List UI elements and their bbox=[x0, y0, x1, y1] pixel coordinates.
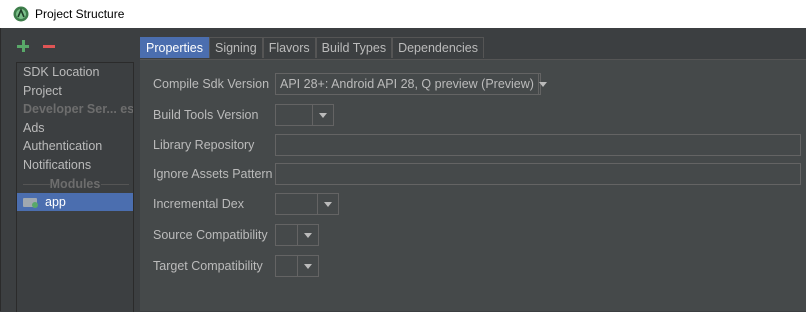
tab-properties[interactable]: Properties bbox=[140, 37, 209, 58]
module-list: SDK Location Project Developer Ser... es… bbox=[16, 62, 134, 312]
tab-dependencies[interactable]: Dependencies bbox=[392, 37, 484, 58]
compile-sdk-row: Compile Sdk Version API 28+: Android API… bbox=[153, 73, 541, 95]
tab-signing[interactable]: Signing bbox=[208, 37, 263, 58]
sidebar-item-notifications[interactable]: Notifications bbox=[17, 156, 133, 175]
incremental-dex-dropdown[interactable] bbox=[275, 193, 339, 215]
title-bar: Project Structure bbox=[0, 0, 806, 28]
chevron-down-icon bbox=[317, 194, 338, 214]
chevron-down-icon bbox=[297, 256, 318, 276]
compile-sdk-label: Compile Sdk Version bbox=[153, 77, 270, 91]
modules-section-header: Modules bbox=[17, 175, 133, 193]
sidebar-toolbar bbox=[15, 36, 57, 56]
sidebar-item-label: app bbox=[45, 194, 66, 209]
source-compat-label: Source Compatibility bbox=[153, 228, 268, 242]
build-tools-dropdown[interactable] bbox=[275, 104, 334, 126]
sidebar-item-ads[interactable]: Ads bbox=[17, 119, 133, 138]
target-compat-dropdown[interactable] bbox=[275, 255, 319, 277]
library-repo-row: Library Repository bbox=[153, 134, 801, 156]
ignore-assets-label: Ignore Assets Pattern bbox=[153, 167, 273, 181]
chevron-down-icon bbox=[537, 74, 547, 94]
sidebar-item-project[interactable]: Project bbox=[17, 82, 133, 101]
tab-build-types[interactable]: Build Types bbox=[315, 37, 393, 58]
compile-sdk-value: API 28+: Android API 28, Q preview (Prev… bbox=[280, 77, 534, 91]
source-compat-dropdown[interactable] bbox=[275, 224, 319, 246]
sidebar: SDK Location Project Developer Ser... es… bbox=[0, 28, 141, 312]
source-compat-row: Source Compatibility bbox=[153, 224, 319, 246]
sidebar-item-app[interactable]: app bbox=[17, 192, 133, 212]
target-compat-row: Target Compatibility bbox=[153, 255, 319, 277]
plus-icon[interactable] bbox=[15, 38, 31, 54]
incremental-dex-row: Incremental Dex bbox=[153, 193, 339, 215]
sidebar-item-developer-services: Developer Ser... es bbox=[23, 102, 133, 117]
incremental-dex-label: Incremental Dex bbox=[153, 197, 245, 211]
library-repo-label: Library Repository bbox=[153, 138, 255, 152]
chevron-down-icon bbox=[297, 225, 318, 245]
window-title: Project Structure bbox=[35, 7, 125, 21]
ignore-assets-input[interactable] bbox=[275, 163, 801, 185]
sidebar-item-sdk-location[interactable]: SDK Location bbox=[17, 63, 133, 82]
target-compat-label: Target Compatibility bbox=[153, 259, 263, 273]
chevron-down-icon bbox=[312, 105, 333, 125]
main-content: Properties Signing Flavors Build Types D… bbox=[140, 28, 806, 311]
library-repo-input[interactable] bbox=[275, 134, 801, 156]
module-folder-icon bbox=[23, 196, 38, 209]
sidebar-item-authentication[interactable]: Authentication bbox=[17, 137, 133, 156]
compile-sdk-dropdown[interactable]: API 28+: Android API 28, Q preview (Prev… bbox=[275, 73, 541, 95]
build-tools-row: Build Tools Version bbox=[153, 104, 334, 126]
properties-panel: Compile Sdk Version API 28+: Android API… bbox=[140, 60, 806, 311]
android-studio-icon bbox=[13, 6, 29, 22]
tab-bar: Properties Signing Flavors Build Types D… bbox=[140, 37, 484, 59]
minus-icon[interactable] bbox=[41, 38, 57, 54]
tab-flavors[interactable]: Flavors bbox=[262, 37, 316, 58]
build-tools-label: Build Tools Version bbox=[153, 108, 259, 122]
ignore-assets-row: Ignore Assets Pattern bbox=[153, 163, 801, 185]
